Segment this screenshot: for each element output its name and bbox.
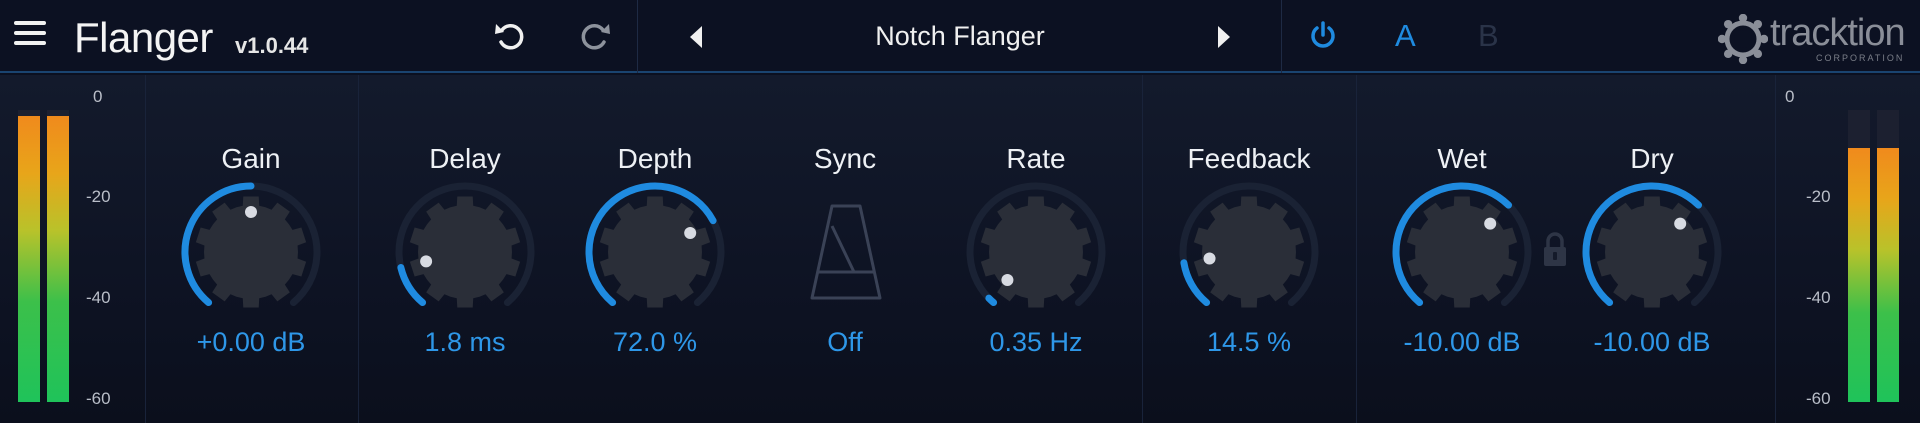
meter-scale-label: -40 xyxy=(86,288,111,307)
knob-pointer xyxy=(1001,273,1014,286)
wet-label: Wet xyxy=(1437,143,1487,174)
gain-value[interactable]: +0.00 dB xyxy=(141,327,361,358)
divider xyxy=(145,75,146,423)
knob-pointer xyxy=(684,226,697,239)
output-meter-right xyxy=(1877,110,1899,402)
divider xyxy=(358,75,359,423)
knob-value-arc xyxy=(985,294,998,307)
delay-knob[interactable] xyxy=(390,177,540,327)
knob-body xyxy=(599,196,711,308)
feedback-knob[interactable] xyxy=(1174,177,1324,327)
divider xyxy=(1142,75,1143,423)
gain-label: Gain xyxy=(221,143,281,174)
knob-pointer xyxy=(1484,217,1497,230)
power-icon[interactable] xyxy=(1308,20,1338,52)
preset-next-icon[interactable] xyxy=(1212,24,1234,50)
preset-prev-icon[interactable] xyxy=(686,24,708,50)
top-bar: Flanger v1.0.44 Notch Flanger A B trackt… xyxy=(0,0,1920,73)
depth-knob[interactable] xyxy=(580,177,730,327)
menu-icon[interactable] xyxy=(14,21,46,49)
divider xyxy=(637,0,638,73)
ab-a-button[interactable]: A xyxy=(1395,18,1416,54)
app-title: Flanger xyxy=(74,14,213,61)
gain-knob[interactable] xyxy=(176,177,326,327)
knob-pointer xyxy=(1203,252,1216,265)
knob-pointer xyxy=(1674,217,1687,230)
tracktion-logo: tracktion CORPORATION xyxy=(1712,10,1912,66)
wet-knob[interactable] xyxy=(1387,177,1537,327)
main-panel: 0 -20 -40 -60 0 -20 -40 -60 Gain Delay D… xyxy=(0,75,1920,423)
knob-body xyxy=(1406,196,1518,308)
undo-icon[interactable] xyxy=(493,18,529,54)
meter-scale-label: 0 xyxy=(1785,87,1795,106)
knob-body xyxy=(1193,196,1305,308)
knob-pointer xyxy=(245,206,257,218)
feedback-value[interactable]: 14.5 % xyxy=(1139,327,1359,358)
rate-knob[interactable] xyxy=(961,177,1111,327)
knob-body xyxy=(1596,196,1708,308)
dry-value[interactable]: -10.00 dB xyxy=(1542,327,1762,358)
meter-scale-label: 0 xyxy=(93,87,103,106)
wet-value[interactable]: -10.00 dB xyxy=(1352,327,1572,358)
preset-name[interactable]: Notch Flanger xyxy=(760,21,1160,52)
meter-scale-label: -20 xyxy=(1806,187,1831,206)
sync-label: Sync xyxy=(813,143,877,174)
meter-scale-label: -60 xyxy=(86,389,111,408)
delay-label: Delay xyxy=(429,143,501,174)
depth-label: Depth xyxy=(617,143,693,174)
dry-knob[interactable] xyxy=(1577,177,1727,327)
meter-scale-label: -20 xyxy=(86,187,111,206)
lock-icon[interactable] xyxy=(1541,230,1569,268)
knob-body xyxy=(980,196,1092,308)
feedback-label: Feedback xyxy=(1187,143,1311,174)
meter-scale-label: -40 xyxy=(1806,288,1831,307)
app-version: v1.0.44 xyxy=(235,33,309,58)
divider xyxy=(1281,0,1282,73)
metronome-icon[interactable] xyxy=(806,202,886,302)
depth-value[interactable]: 72.0 % xyxy=(545,327,765,358)
rate-value[interactable]: 0.35 Hz xyxy=(926,327,1146,358)
divider xyxy=(1775,75,1776,423)
meter-scale-label: -60 xyxy=(1806,389,1831,408)
sync-value[interactable]: Off xyxy=(735,327,955,358)
input-meter-left xyxy=(18,110,40,402)
dry-label: Dry xyxy=(1630,143,1674,174)
tracktion-logo-icon xyxy=(1718,14,1768,64)
divider xyxy=(1356,75,1357,423)
rate-label: Rate xyxy=(1006,143,1066,174)
knob-body xyxy=(409,196,521,308)
input-meter-right xyxy=(47,110,69,402)
redo-icon[interactable] xyxy=(576,18,612,54)
ab-b-button[interactable]: B xyxy=(1478,18,1499,54)
output-meter-left xyxy=(1848,110,1870,402)
delay-value[interactable]: 1.8 ms xyxy=(355,327,575,358)
logo-subtext: CORPORATION xyxy=(1816,53,1905,63)
knob-pointer xyxy=(420,255,433,268)
logo-text: tracktion xyxy=(1770,12,1906,54)
